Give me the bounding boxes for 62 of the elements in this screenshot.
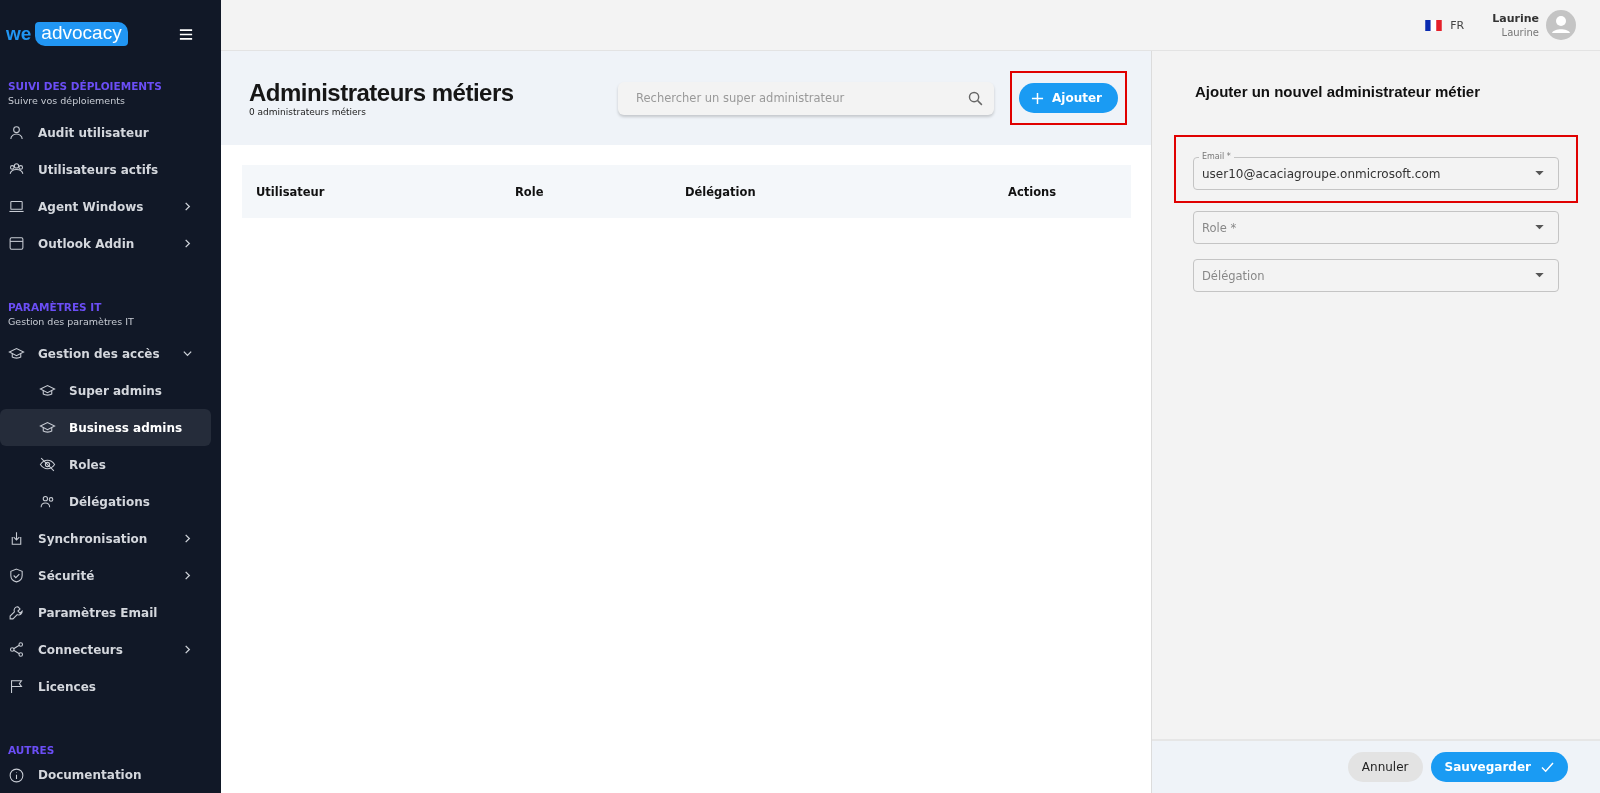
plus-icon [1031, 91, 1044, 105]
nav-subitem[interactable]: Roles [0, 446, 211, 483]
caret-icon [1535, 171, 1544, 176]
column-header[interactable]: Actions [1008, 184, 1057, 199]
language-label[interactable]: FR [1450, 18, 1465, 32]
menu-icon[interactable] [179, 28, 193, 40]
page-title: Administrateurs métiers [249, 79, 515, 107]
panel-title: Ajouter un nouvel administrateur métier [1195, 83, 1482, 100]
cancel-button[interactable]: Annuler [1347, 752, 1423, 782]
nav-item[interactable]: Utilisateurs actifs [0, 151, 211, 188]
section-title: SUIVI DES DÉPLOIEMENTS [7, 80, 163, 92]
nav-icon [8, 124, 25, 141]
section-title: PARAMÈTRES IT [7, 301, 103, 313]
nav-icon [8, 678, 25, 695]
page-subtitle: 0 administrateurs métiers [249, 107, 367, 117]
nav-icon [8, 235, 25, 252]
nav-item[interactable]: Licences [0, 668, 211, 705]
search-field[interactable]: Rechercher un super administrateur [618, 81, 994, 115]
nav-icon [39, 456, 56, 473]
nav-item[interactable]: Outlook Addin [0, 225, 211, 262]
nav-icon [8, 641, 25, 658]
nav-icon [8, 766, 25, 784]
caret-icon [1535, 273, 1544, 278]
nav-item[interactable]: Synchronisation [0, 520, 211, 557]
nav-item[interactable]: Gestion des accès [0, 335, 211, 372]
nav-icon [39, 419, 56, 436]
nav-icon [8, 345, 25, 362]
nav-item[interactable]: Audit utilisateur [0, 114, 211, 151]
nav-icon [8, 198, 25, 215]
flag-icon[interactable] [1425, 19, 1443, 31]
nav-subitem[interactable]: Business admins [0, 409, 211, 446]
chevron-right-icon [182, 533, 193, 544]
nav-item[interactable]: Documentation [0, 764, 211, 786]
check-icon [1541, 761, 1554, 773]
nav-item[interactable]: Connecteurs [0, 631, 211, 668]
search-icon[interactable] [967, 89, 984, 107]
user-name: Laurine [1492, 12, 1539, 25]
nav-subitem[interactable]: Super admins [0, 372, 211, 409]
chevron-right-icon [182, 644, 193, 655]
section-subtitle: Gestion des paramètres IT [7, 315, 135, 327]
nav-item[interactable]: Agent Windows [0, 188, 211, 225]
column-header[interactable]: Délégation [685, 184, 1008, 199]
nav-icon [39, 493, 56, 510]
nav-item[interactable]: Paramètres Email [0, 594, 211, 631]
nav-icon [8, 567, 25, 584]
logo-badge: advocacy [35, 22, 128, 46]
chevron-right-icon [182, 570, 193, 581]
column-header[interactable]: Role [515, 184, 685, 199]
logo-text: we [6, 23, 32, 45]
nav-subitem[interactable]: Délégations [0, 483, 211, 520]
caret-icon [1535, 225, 1544, 230]
column-header[interactable]: Utilisateur [256, 184, 515, 199]
nav-icon [39, 382, 56, 399]
user-subtitle: Laurine [1501, 27, 1539, 38]
nav-icon [8, 604, 25, 621]
chevron-right-icon [182, 201, 193, 212]
chevron-right-icon [182, 238, 193, 249]
section-title: AUTRES [7, 744, 56, 756]
field-label: Email * [1199, 152, 1234, 162]
chevron-down-icon [182, 348, 193, 359]
section-subtitle: Suivre vos déploiements [7, 94, 126, 106]
nav-item[interactable]: Sécurité [0, 557, 211, 594]
